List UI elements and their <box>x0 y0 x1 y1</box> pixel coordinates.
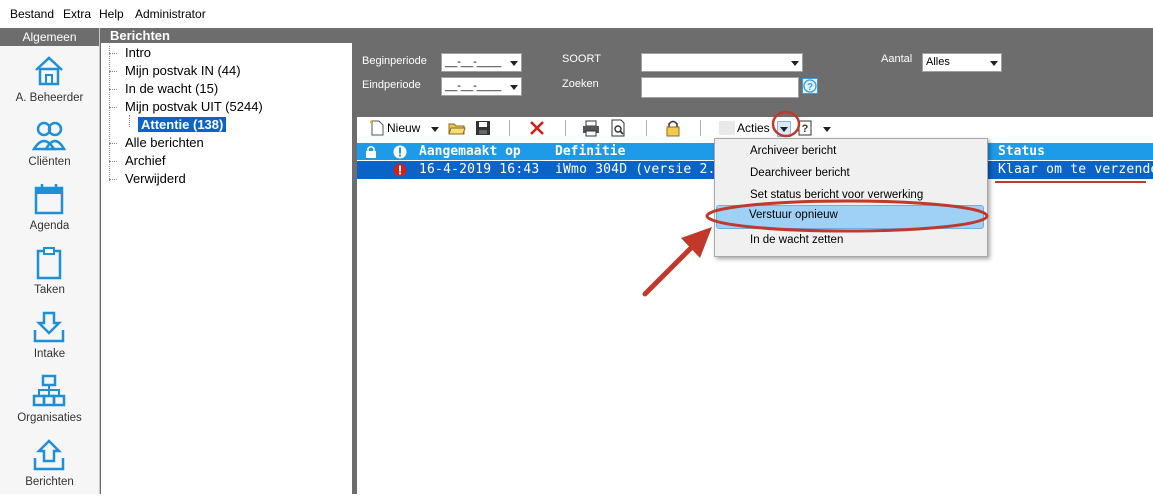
annotation-circle-dropdown <box>771 110 801 138</box>
annotation-ellipse-menu-item <box>705 199 989 233</box>
annotation-overlay <box>642 110 1146 297</box>
